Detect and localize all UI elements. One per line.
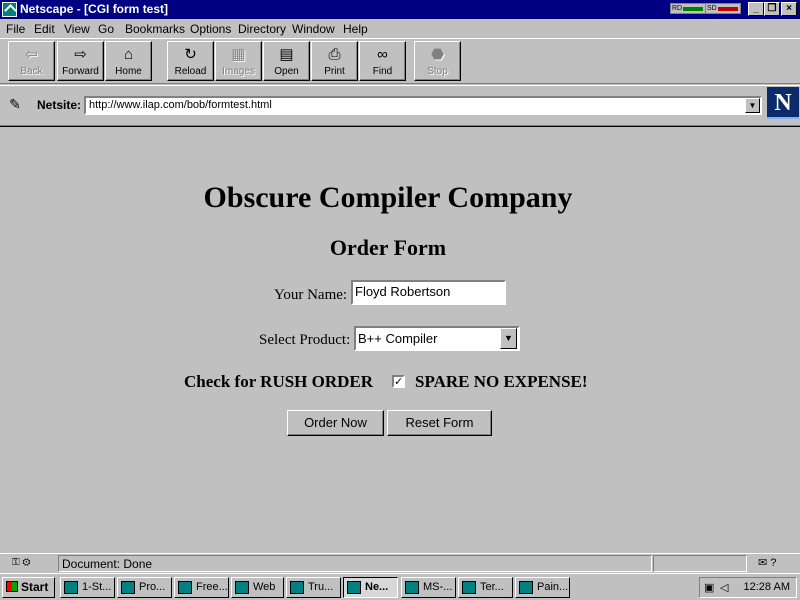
taskbar-button-netscape[interactable]: Ne... [343,577,398,598]
mail-icon[interactable]: ✉ ? [758,556,794,571]
images-button[interactable]: ▦ Images [215,41,262,81]
clock[interactable]: 12:28 AM [744,581,790,593]
bookmark-quickfile-icon[interactable]: ✎ [6,96,24,114]
find-binoculars-icon: ∞ [377,46,388,63]
restore-button[interactable]: ❐ [764,2,780,16]
paint-icon [519,581,533,594]
name-label: Your Name: [274,287,348,303]
order-now-button[interactable]: Order Now [287,410,384,436]
open-button[interactable]: ▤ Open [263,41,310,81]
reload-button[interactable]: ↻ Reload [167,41,214,81]
menu-view[interactable]: View [64,22,90,36]
app-icon [64,581,78,594]
taskbar-button[interactable]: Pain... [515,577,570,598]
print-icon: ⎙ [328,46,341,63]
spare-no-expense-label: SPARE NO EXPENSE! [415,372,588,391]
find-button[interactable]: ∞ Find [359,41,406,81]
resource-meter-rd: RD [670,3,706,14]
rush-order-checkbox[interactable]: ✓ [392,375,405,388]
network-icon[interactable]: ▣ [704,581,718,594]
rush-order-label: Check for RUSH ORDER [184,372,374,391]
start-button[interactable]: Start [2,577,55,598]
folder-icon [121,581,135,594]
url-history-dropdown[interactable]: ▼ [745,98,760,113]
navigation-toolbar: ⇦ Back ⇨ Forward ⌂ Home ↻ Reload ▦ Image… [0,38,800,84]
location-bar: ✎ Netsite: http://www.ilap.com/bob/formt… [0,85,800,125]
window-title: Netscape - [CGI form test] [20,2,169,16]
minimize-button[interactable]: _ [748,2,764,16]
page-heading: Obscure Compiler Company [203,181,573,214]
back-arrow-icon: ⇦ [25,46,38,63]
product-label: Select Product: [259,332,351,348]
taskbar-button[interactable]: 1-St... [60,577,115,598]
taskbar-button[interactable]: Web [231,577,284,598]
status-bar: ⚿ ⚙ Document: Done ✉ ? [0,553,800,572]
netscape-icon [347,581,361,594]
menu-edit[interactable]: Edit [34,22,55,36]
back-button[interactable]: ⇦ Back [8,41,55,81]
security-key-icon[interactable]: ⚿ ⚙ [12,557,48,570]
resource-meter-sd: SD [705,3,741,14]
product-dropdown-button[interactable]: ▼ [500,328,517,349]
netscape-app-icon[interactable] [2,2,17,17]
reload-icon: ↻ [184,46,197,63]
images-icon: ▦ [231,46,246,63]
system-tray: ▣ ◁ 12:28 AM [699,577,797,598]
page-content: Obscure Compiler Company Order Form Your… [0,127,800,553]
taskbar-button[interactable]: Ter... [458,577,513,598]
close-button[interactable]: × [781,2,797,16]
home-button[interactable]: ⌂ Home [105,41,152,81]
netscape-logo-icon[interactable]: N [767,87,799,119]
menu-directory[interactable]: Directory [238,22,286,36]
netsite-label: Netsite: [37,98,82,112]
status-text: Document: Done [58,555,652,572]
menu-help[interactable]: Help [343,22,368,36]
menu-go[interactable]: Go [98,22,114,36]
home-icon: ⌂ [123,46,134,63]
taskbar-button[interactable]: Free... [174,577,229,598]
ms-dos-icon [405,581,419,594]
app-icon [178,581,192,594]
taskbar-button[interactable]: Pro... [117,577,172,598]
windows-logo-icon [6,581,18,592]
taskbar: Start 1-St... Pro... Free... Web Tru... … [0,573,800,600]
terminal-icon [462,581,476,594]
taskbar-button[interactable]: Tru... [286,577,341,598]
product-select[interactable]: B++ Compiler [354,326,520,351]
volume-icon[interactable]: ◁ [720,581,734,594]
name-input[interactable]: Floyd Robertson [351,280,506,305]
app-icon [290,581,304,594]
menu-file[interactable]: File [6,22,25,36]
taskbar-button[interactable]: MS-... [401,577,456,598]
page-subheading: Order Form [329,235,447,260]
forward-button[interactable]: ⇨ Forward [57,41,104,81]
menu-options[interactable]: Options [190,22,231,36]
menu-window[interactable]: Window [292,22,335,36]
open-icon: ▤ [279,46,294,63]
forward-arrow-icon: ⇨ [74,46,87,63]
menu-bookmarks[interactable]: Bookmarks [125,22,185,36]
title-bar[interactable]: Netscape - [CGI form test] RD SD _ ❐ × [0,0,800,19]
folder-icon [235,581,249,594]
stop-button[interactable]: ⬣ Stop [414,41,461,81]
stop-icon: ⬣ [430,46,445,63]
menu-bar: File Edit View Go Bookmarks Options Dire… [0,19,800,38]
reset-form-button[interactable]: Reset Form [387,410,492,436]
print-button[interactable]: ⎙ Print [311,41,358,81]
url-input[interactable]: http://www.ilap.com/bob/formtest.html [84,96,762,115]
progress-indicator [653,555,747,572]
